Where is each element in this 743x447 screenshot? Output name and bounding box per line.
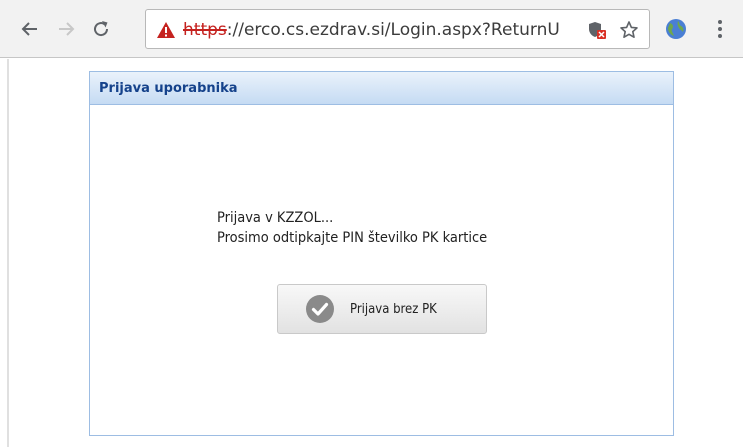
back-button[interactable]: [17, 16, 43, 42]
arrow-left-icon: [21, 22, 37, 36]
login-button-label: Prijava brez PK: [350, 301, 437, 317]
star-icon: [620, 21, 638, 38]
checkmark-circle-icon: [306, 295, 334, 323]
menu-dot: [718, 27, 722, 31]
login-message: Prijava v KZZOL... Prosimo odtipkajte PI…: [217, 208, 597, 248]
warning-triangle-icon[interactable]: [156, 21, 176, 39]
bookmark-button[interactable]: [618, 19, 640, 41]
menu-dot: [718, 20, 722, 24]
address-bar[interactable]: https://erco.cs.ezdrav.si/Login.aspx?Ret…: [145, 9, 650, 49]
panel-title: Prijava uporabnika: [99, 80, 238, 96]
reload-icon: [94, 21, 109, 37]
url-scheme: https: [183, 20, 227, 40]
login-without-card-button[interactable]: Prijava brez PK: [277, 284, 487, 334]
message-line-2: Prosimo odtipkajte PIN številko PK karti…: [217, 230, 488, 246]
url-separator: ://: [226, 20, 244, 40]
url-text[interactable]: https://erco.cs.ezdrav.si/Login.aspx?Ret…: [183, 19, 578, 41]
url-host-path: erco.cs.ezdrav.si/Login.aspx?ReturnU: [243, 20, 560, 40]
reload-button[interactable]: [88, 16, 114, 42]
page-action-button[interactable]: [586, 19, 608, 41]
message-line-1: Prijava v KZZOL...: [217, 210, 334, 226]
panel-header: Prijava uporabnika: [90, 72, 673, 105]
arrow-right-icon: [59, 22, 75, 36]
window-edge: [7, 59, 9, 447]
login-panel: Prijava uporabnika Prijava v KZZOL... Pr…: [89, 71, 674, 436]
forward-button[interactable]: [53, 16, 79, 42]
menu-dot: [718, 34, 722, 38]
globe-icon[interactable]: [664, 17, 688, 41]
shield-blocked-icon: [589, 22, 606, 39]
more-vertical-icon[interactable]: [712, 16, 728, 42]
browser-toolbar: https://erco.cs.ezdrav.si/Login.aspx?Ret…: [0, 0, 743, 58]
